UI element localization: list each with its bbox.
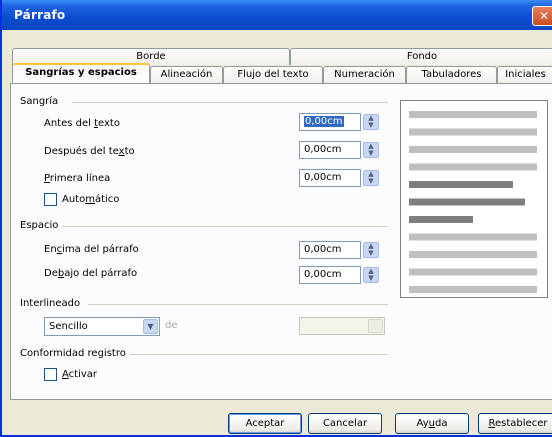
preview-line-light	[409, 111, 537, 118]
before-text-spin-buttons[interactable]: ▲ ▼	[363, 114, 379, 130]
first-line-input[interactable]: 0,00cm	[299, 169, 361, 187]
close-icon: ✕	[538, 9, 550, 23]
after-text-label: Después del texto	[44, 146, 135, 157]
automatic-checkbox[interactable]	[44, 193, 57, 206]
indent-divider	[72, 102, 388, 103]
above-paragraph-label: Encima del párrafo	[44, 244, 139, 255]
window-title: Párrafo	[14, 8, 66, 22]
preview-line-light	[409, 163, 537, 171]
line-spacing-divider	[88, 304, 388, 305]
tab-tabuladores[interactable]: Tabuladores	[406, 66, 497, 83]
preview-line-light	[409, 268, 537, 276]
line-spacing-de-label: de	[165, 320, 178, 331]
indent-section-label: Sangría	[20, 96, 59, 107]
register-divider	[130, 354, 388, 355]
tab-sangrias-espacios[interactable]: Sangrías y espacios	[12, 63, 150, 83]
preview-line-light	[409, 286, 537, 293]
reset-button[interactable]: Restablecer	[478, 413, 552, 434]
below-paragraph-label: Debajo del párrafo	[44, 268, 138, 279]
first-line-spin-buttons[interactable]: ▲ ▼	[363, 170, 379, 186]
spin-down-icon: ▼	[368, 121, 374, 129]
line-spacing-value-input	[299, 317, 385, 335]
spin-down-icon: ▼	[368, 177, 374, 185]
paragraph-preview	[400, 100, 548, 298]
above-paragraph-input[interactable]: 0,00cm	[299, 241, 361, 259]
preview-line-dark	[409, 216, 473, 223]
close-button[interactable]: ✕	[532, 6, 552, 26]
tab-iniciales[interactable]: Iniciales	[497, 66, 552, 83]
after-text-spin-buttons[interactable]: ▲ ▼	[363, 142, 379, 158]
preview-graphic	[409, 111, 537, 293]
ok-button[interactable]: Aceptar	[228, 413, 302, 434]
title-bar[interactable]: Párrafo ✕	[2, 0, 552, 30]
after-text-input[interactable]: 0,00cm	[299, 141, 361, 159]
line-spacing-select[interactable]: Sencillo ▼	[44, 317, 160, 336]
paragraph-dialog: Párrafo ✕ Borde Fondo Sangrías y espacio…	[0, 0, 552, 437]
help-button[interactable]: Ayuda	[395, 413, 469, 434]
spin-down-icon: ▼	[368, 249, 374, 257]
below-paragraph-spin-buttons[interactable]: ▲ ▼	[363, 267, 379, 283]
below-paragraph-input[interactable]: 0,00cm	[299, 266, 361, 284]
below-paragraph-spinner[interactable]: 0,00cm ▲ ▼	[299, 266, 385, 284]
tab-flujo-texto[interactable]: Flujo del texto	[223, 66, 323, 83]
spin-down-icon: ▼	[368, 274, 374, 282]
tab-fondo[interactable]: Fondo	[290, 48, 552, 65]
before-text-spinner[interactable]: 0,00cm ▲ ▼	[299, 113, 385, 131]
line-spacing-spin-buttons	[368, 319, 383, 333]
preview-line-light	[409, 251, 537, 258]
automatic-label: Automático	[62, 194, 120, 205]
spacing-section-label: Espacio	[20, 220, 59, 231]
line-spacing-selected: Sencillo	[49, 321, 88, 332]
line-spacing-section-label: Interlineado	[20, 298, 81, 309]
tab-numeracion[interactable]: Numeración	[323, 66, 406, 83]
cancel-button[interactable]: Cancelar	[308, 413, 382, 434]
preview-line-dark	[409, 198, 525, 206]
tab-alineacion[interactable]: Alineación	[150, 66, 223, 83]
before-text-input[interactable]: 0,00cm	[299, 113, 361, 131]
preview-line-light	[409, 128, 537, 136]
register-section-label: Conformidad registro	[20, 348, 126, 359]
spacing-divider	[62, 226, 388, 227]
chevron-down-icon[interactable]: ▼	[143, 319, 158, 334]
preview-line-light	[409, 233, 537, 241]
above-paragraph-spin-buttons[interactable]: ▲ ▼	[363, 242, 379, 258]
first-line-spinner[interactable]: 0,00cm ▲ ▼	[299, 169, 385, 187]
activate-label: Activar	[62, 369, 98, 380]
activate-checkbox[interactable]	[44, 368, 57, 381]
preview-line-light	[409, 146, 537, 153]
after-text-spinner[interactable]: 0,00cm ▲ ▼	[299, 141, 385, 159]
before-text-label: Antes del texto	[44, 118, 120, 129]
above-paragraph-spinner[interactable]: 0,00cm ▲ ▼	[299, 241, 385, 259]
spin-down-icon: ▼	[368, 149, 374, 157]
first-line-label: Primera línea	[44, 173, 111, 184]
preview-line-dark	[409, 181, 513, 188]
